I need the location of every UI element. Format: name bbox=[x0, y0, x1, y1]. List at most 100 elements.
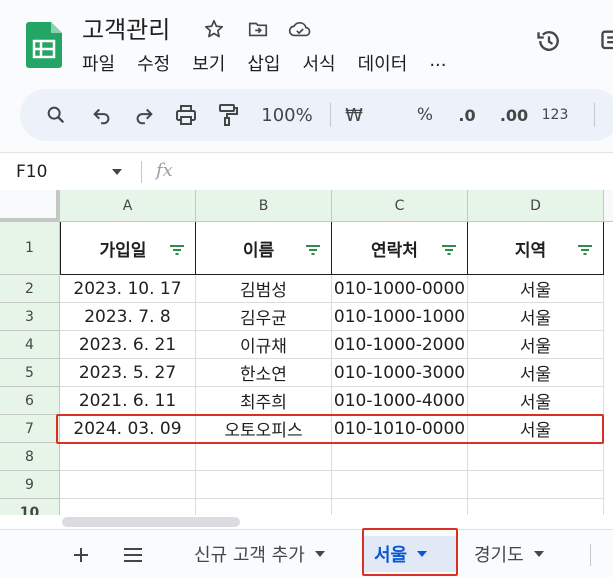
sheet-tab-label: 신규 고객 추가 bbox=[194, 545, 305, 566]
row-header[interactable]: 6 bbox=[0, 387, 60, 415]
paint-format-icon[interactable] bbox=[214, 101, 242, 129]
table-cell[interactable] bbox=[468, 443, 604, 471]
table-cell[interactable] bbox=[332, 499, 468, 515]
table-cell[interactable]: 서울 bbox=[468, 331, 604, 359]
menu-more[interactable]: ... bbox=[429, 50, 446, 76]
menu-data[interactable]: 데이터 bbox=[358, 50, 408, 76]
name-box[interactable]: F10 bbox=[16, 162, 47, 182]
table-cell[interactable]: 최주희 bbox=[196, 387, 332, 415]
number-format-button[interactable]: 123 bbox=[540, 101, 570, 129]
table-cell[interactable]: 한소연 bbox=[196, 359, 332, 387]
chevron-down-icon[interactable] bbox=[533, 551, 544, 557]
sheet-tab-bar: 신규 고객 추가 서울 경기도 bbox=[0, 529, 613, 577]
sheet-tab-gyeonggi[interactable]: 경기도 bbox=[464, 536, 554, 572]
header-cell-name[interactable]: 이름 bbox=[196, 222, 332, 275]
document-title[interactable]: 고객관리 bbox=[82, 10, 170, 45]
table-cell[interactable]: 010-1000-3000 bbox=[332, 359, 468, 387]
table-cell[interactable]: 김범성 bbox=[196, 275, 332, 303]
table-cell[interactable]: 2023. 5. 27 bbox=[60, 359, 196, 387]
move-folder-icon[interactable] bbox=[246, 17, 270, 41]
row-header[interactable]: 3 bbox=[0, 303, 60, 331]
table-cell[interactable]: 010-1010-0000 bbox=[332, 415, 468, 443]
cloud-saved-icon[interactable] bbox=[288, 17, 312, 41]
table-cell[interactable] bbox=[196, 499, 332, 515]
filter-icon[interactable] bbox=[305, 244, 321, 256]
sheets-logo-icon[interactable] bbox=[26, 22, 62, 68]
select-all-corner[interactable] bbox=[0, 190, 60, 222]
table-cell[interactable]: 2023. 6. 21 bbox=[60, 331, 196, 359]
header-cell-contact[interactable]: 연락처 bbox=[332, 222, 468, 275]
percent-format-button[interactable]: % bbox=[414, 101, 436, 129]
row-header[interactable]: 2 bbox=[0, 275, 60, 303]
header-cell-region[interactable]: 지역 bbox=[468, 222, 604, 275]
column-header-a[interactable]: A bbox=[60, 190, 196, 222]
table-cell[interactable]: 2023. 10. 17 bbox=[60, 275, 196, 303]
table-cell[interactable]: 서울 bbox=[468, 359, 604, 387]
table-cell[interactable] bbox=[468, 471, 604, 499]
row-header[interactable]: 4 bbox=[0, 331, 60, 359]
search-icon[interactable] bbox=[42, 101, 70, 129]
comments-icon[interactable] bbox=[598, 26, 613, 56]
menu-format[interactable]: 서식 bbox=[303, 50, 336, 76]
table-cell[interactable]: 이규채 bbox=[196, 331, 332, 359]
chevron-down-icon[interactable] bbox=[417, 551, 428, 557]
table-cell[interactable]: 2023. 7. 8 bbox=[60, 303, 196, 331]
sheet-tab-label: 서울 bbox=[374, 545, 408, 566]
menu-insert[interactable]: 삽입 bbox=[247, 50, 280, 76]
table-cell[interactable] bbox=[60, 499, 196, 515]
horizontal-scrollbar-thumb[interactable] bbox=[62, 517, 240, 527]
filter-icon[interactable] bbox=[441, 244, 457, 256]
table-cell[interactable] bbox=[332, 471, 468, 499]
table-cell[interactable]: 2021. 6. 11 bbox=[60, 387, 196, 415]
table-cell[interactable] bbox=[196, 443, 332, 471]
table-cell[interactable] bbox=[60, 443, 196, 471]
all-sheets-icon[interactable] bbox=[122, 544, 144, 566]
history-icon[interactable] bbox=[534, 26, 564, 56]
table-cell[interactable]: 010-1000-2000 bbox=[332, 331, 468, 359]
menu-view[interactable]: 보기 bbox=[192, 50, 225, 76]
header-cell-join-date[interactable]: 가입일 bbox=[60, 222, 196, 275]
row-header[interactable]: 9 bbox=[0, 471, 60, 499]
row-header[interactable]: 8 bbox=[0, 443, 60, 471]
table-cell[interactable] bbox=[196, 471, 332, 499]
table-cell[interactable]: 서울 bbox=[468, 387, 604, 415]
name-box-dropdown-icon[interactable] bbox=[112, 169, 122, 175]
table-cell[interactable]: 서울 bbox=[468, 415, 604, 443]
zoom-select[interactable]: 100% bbox=[258, 101, 316, 129]
column-header-d[interactable]: D bbox=[468, 190, 604, 222]
menu-edit[interactable]: 수정 bbox=[137, 50, 170, 76]
row-header[interactable]: 1 bbox=[0, 222, 60, 275]
decrease-decimal-button[interactable]: .0 bbox=[452, 101, 482, 129]
sheet-tab-new-customer[interactable]: 신규 고객 추가 bbox=[184, 536, 335, 572]
redo-icon[interactable] bbox=[130, 101, 158, 129]
sheet-tab-seoul[interactable]: 서울 bbox=[364, 536, 456, 572]
decrease-decimal-label: .0 bbox=[458, 105, 476, 125]
table-cell[interactable] bbox=[332, 443, 468, 471]
column-header-e[interactable] bbox=[604, 190, 613, 222]
column-header-c[interactable]: C bbox=[332, 190, 468, 222]
chevron-down-icon[interactable] bbox=[314, 551, 325, 557]
table-cell[interactable]: 010-1000-1000 bbox=[332, 303, 468, 331]
table-cell[interactable] bbox=[60, 471, 196, 499]
table-cell[interactable]: 김우균 bbox=[196, 303, 332, 331]
column-header-b[interactable]: B bbox=[196, 190, 332, 222]
table-cell[interactable] bbox=[468, 499, 604, 515]
table-cell[interactable]: 010-1000-0000 bbox=[332, 275, 468, 303]
menu-file[interactable]: 파일 bbox=[82, 50, 115, 76]
row-header[interactable]: 5 bbox=[0, 359, 60, 387]
row-header[interactable]: 7 bbox=[0, 415, 60, 443]
filter-icon[interactable] bbox=[577, 244, 593, 256]
table-cell[interactable]: 2024. 03. 09 bbox=[60, 415, 196, 443]
currency-format-button[interactable]: ₩ bbox=[342, 101, 366, 129]
table-cell[interactable]: 010-1000-4000 bbox=[332, 387, 468, 415]
filter-icon[interactable] bbox=[169, 244, 185, 256]
row-header[interactable]: 10 bbox=[0, 499, 60, 515]
increase-decimal-button[interactable]: .00 bbox=[496, 101, 532, 129]
table-cell[interactable]: 오토오피스 bbox=[196, 415, 332, 443]
table-cell[interactable]: 서울 bbox=[468, 275, 604, 303]
table-cell[interactable]: 서울 bbox=[468, 303, 604, 331]
add-sheet-icon[interactable] bbox=[70, 544, 92, 566]
star-icon[interactable] bbox=[202, 17, 226, 41]
print-icon[interactable] bbox=[172, 101, 200, 129]
undo-icon[interactable] bbox=[88, 101, 116, 129]
